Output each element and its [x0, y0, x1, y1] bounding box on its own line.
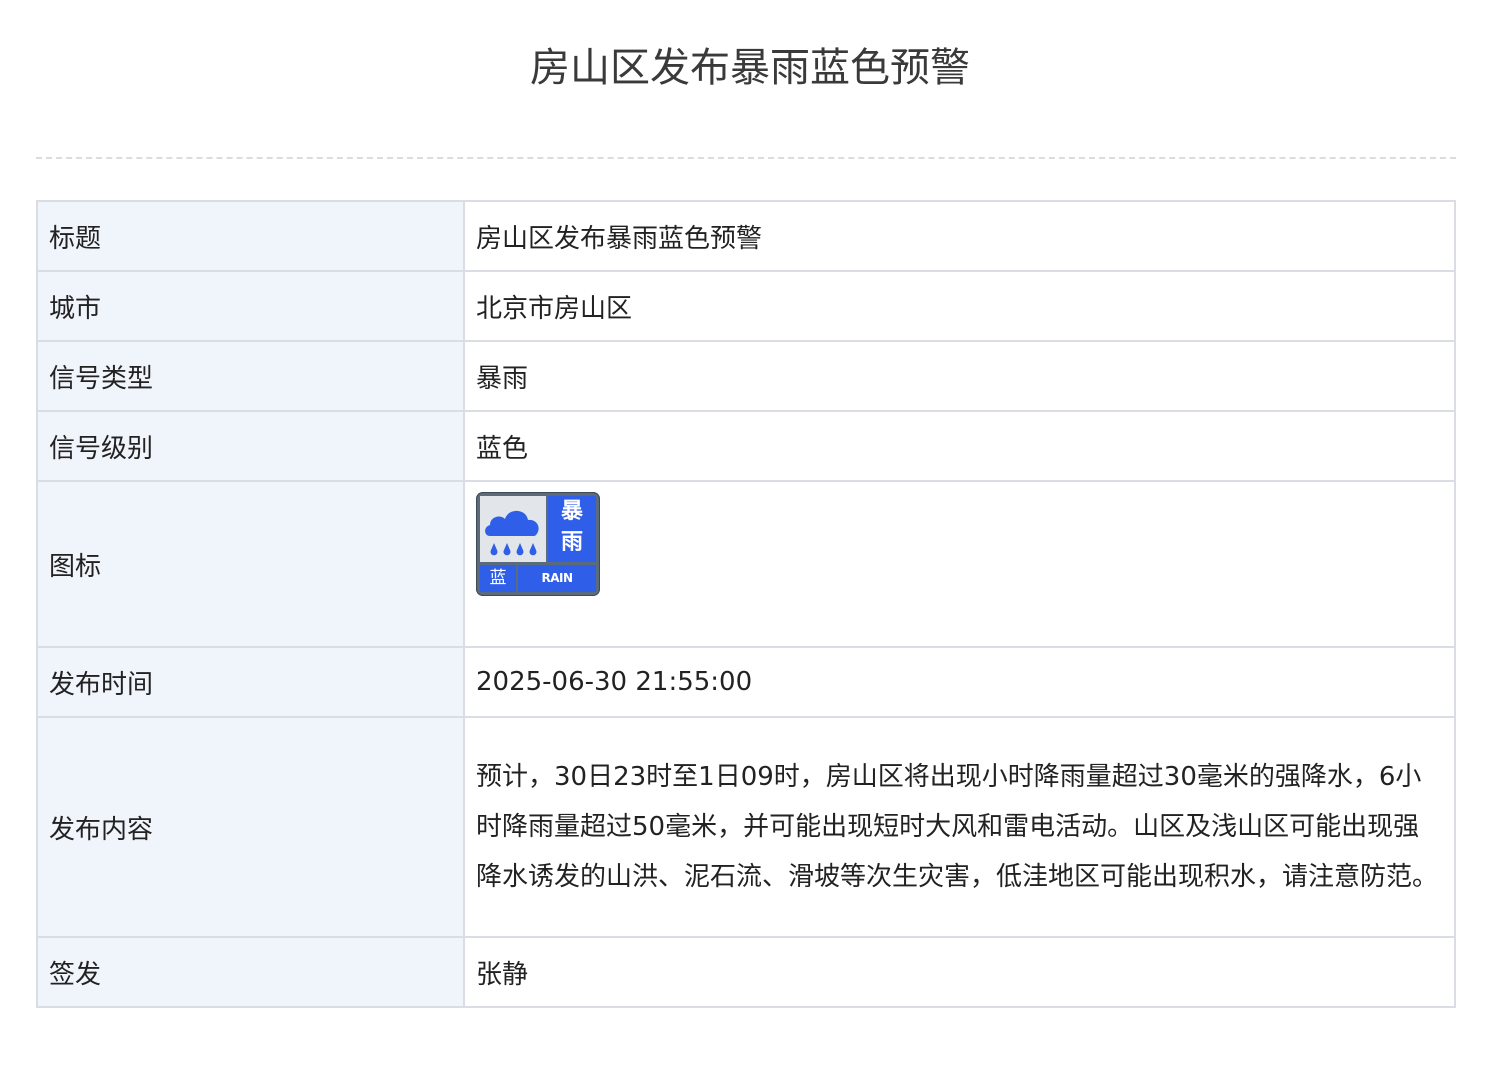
warning-detail-page: 房山区发布暴雨蓝色预警 标题 房山区发布暴雨蓝色预警 城市 北京市房山区 信号类… — [0, 0, 1500, 1080]
row-value-signal-type: 暴雨 — [463, 340, 1456, 412]
signal-type-chars: 暴 雨 — [548, 496, 596, 562]
table-row-publish-time: 发布时间 2025-06-30 21:55:00 — [36, 646, 1456, 718]
row-label: 信号类型 — [36, 340, 465, 412]
warning-info-table: 标题 房山区发布暴雨蓝色预警 城市 北京市房山区 信号类型 暴雨 信号级别 蓝色… — [36, 200, 1456, 1008]
signal-type-char: 雨 — [560, 530, 583, 555]
title-divider — [36, 157, 1456, 159]
signal-type-char: 暴 — [560, 499, 583, 524]
row-label: 信号级别 — [36, 410, 465, 482]
table-row-icon: 图标 暴 雨 蓝 RAIN STORM — [36, 480, 1456, 648]
table-row-issuer: 签发 张静 — [36, 936, 1456, 1008]
signal-english-label: RAIN STORM — [518, 565, 596, 612]
rain-cloud-icon — [480, 496, 546, 562]
table-row-signal-type: 信号类型 暴雨 — [36, 340, 1456, 412]
page-title: 房山区发布暴雨蓝色预警 — [530, 45, 970, 91]
table-row-signal-level: 信号级别 蓝色 — [36, 410, 1456, 482]
row-value-issuer: 张静 — [463, 936, 1456, 1008]
row-value-title: 房山区发布暴雨蓝色预警 — [463, 200, 1456, 272]
row-label: 发布时间 — [36, 646, 465, 718]
row-value-city: 北京市房山区 — [463, 270, 1456, 342]
table-row-title: 标题 房山区发布暴雨蓝色预警 — [36, 200, 1456, 272]
row-label: 签发 — [36, 936, 465, 1008]
row-value-content: 预计，30日23时至1日09时，房山区将出现小时降雨量超过30毫米的强降水，6小… — [463, 716, 1456, 938]
table-row-city: 城市 北京市房山区 — [36, 270, 1456, 342]
row-value-icon: 暴 雨 蓝 RAIN STORM — [463, 480, 1456, 648]
row-label: 发布内容 — [36, 716, 465, 938]
signal-level-char: 蓝 — [480, 565, 516, 592]
row-label: 图标 — [36, 480, 465, 648]
rainstorm-blue-warning-icon: 暴 雨 蓝 RAIN STORM — [476, 492, 600, 612]
row-value-publish-time: 2025-06-30 21:55:00 — [463, 646, 1456, 718]
row-label: 城市 — [36, 270, 465, 342]
row-label: 标题 — [36, 200, 465, 272]
row-value-signal-level: 蓝色 — [463, 410, 1456, 482]
table-row-content: 发布内容 预计，30日23时至1日09时，房山区将出现小时降雨量超过30毫米的强… — [36, 716, 1456, 938]
